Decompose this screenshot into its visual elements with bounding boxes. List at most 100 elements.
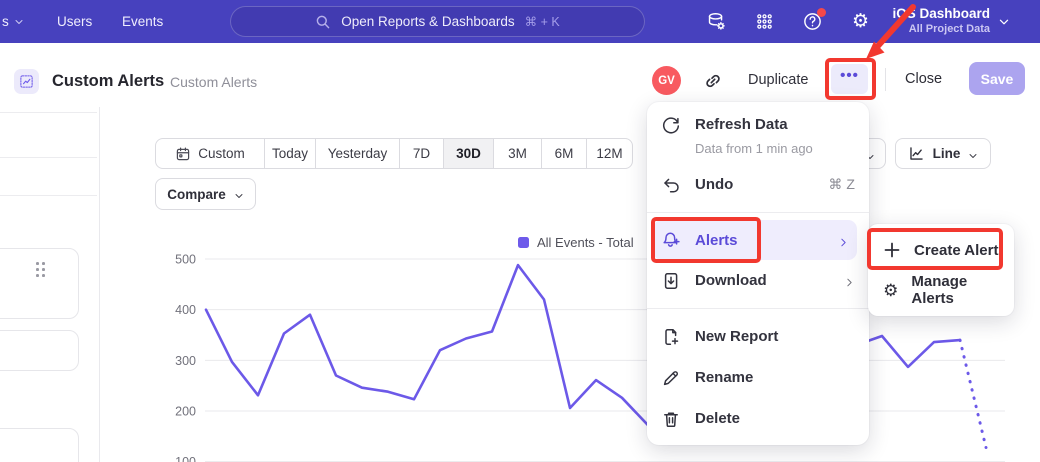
svg-text:500: 500 <box>175 253 196 267</box>
apps-grid-icon[interactable] <box>754 11 775 32</box>
report-type-icon <box>14 69 39 94</box>
submenu-item-label: Manage Alerts <box>911 273 1000 307</box>
header-divider <box>885 68 886 91</box>
left-panel-row-divider <box>0 157 97 158</box>
submenu-item-create-alert[interactable]: Create Alert <box>868 230 1014 270</box>
data-management-icon[interactable] <box>706 11 727 32</box>
avatar[interactable]: GV <box>652 66 681 95</box>
top-navbar: s Users Events Open Reports & Dashboards… <box>0 0 1040 43</box>
date-range-label: 30D <box>456 146 481 161</box>
plus-icon <box>882 240 902 260</box>
duplicate-button[interactable]: Duplicate <box>748 72 808 88</box>
menu-item-undo[interactable]: Undo⌘ Z <box>647 164 869 205</box>
notification-dot <box>817 8 826 17</box>
share-link-icon[interactable] <box>701 69 725 93</box>
breadcrumb: Custom Alerts <box>170 74 257 90</box>
bell-plus-icon <box>661 230 681 250</box>
menu-item-label: Rename <box>695 369 753 386</box>
menu-item-label: Delete <box>695 410 740 427</box>
menu-item-delete[interactable]: Delete <box>647 398 869 439</box>
gear-icon: ⚙ <box>882 280 899 300</box>
menu-item-sublabel: Data from 1 min ago <box>695 141 813 156</box>
date-range-30d[interactable]: 30D <box>444 139 494 168</box>
query-builder-card[interactable] <box>0 248 79 319</box>
date-range-12m[interactable]: 12M <box>587 139 632 168</box>
navbar-icon-group: ⚙ <box>706 0 871 43</box>
menu-item-download[interactable]: Download <box>647 260 869 301</box>
chevron-down-icon <box>968 149 978 159</box>
query-builder-card[interactable] <box>0 428 79 462</box>
project-name: iOS Dashboard <box>892 6 990 23</box>
undo-icon <box>661 175 681 195</box>
settings-gear-icon[interactable]: ⚙ <box>850 11 871 32</box>
svg-text:200: 200 <box>175 405 196 419</box>
date-range-yesterday[interactable]: Yesterday <box>316 139 400 168</box>
left-panel-row-divider <box>0 112 97 113</box>
submenu-item-manage-alerts[interactable]: ⚙ Manage Alerts <box>868 270 1014 310</box>
query-builder-card[interactable] <box>0 330 79 371</box>
project-switcher[interactable]: iOS Dashboard All Project Data <box>892 0 1010 43</box>
date-range-label: Today <box>272 146 308 161</box>
legend-swatch <box>518 237 529 248</box>
menu-item-label: New Report <box>695 328 778 345</box>
menu-item-label: Download <box>695 272 767 289</box>
svg-text:400: 400 <box>175 303 196 317</box>
alerts-submenu: Create Alert ⚙ Manage Alerts <box>868 224 1014 316</box>
chart-legend: All Events - Total <box>518 235 634 250</box>
date-range-label: Yesterday <box>328 146 388 161</box>
svg-text:100: 100 <box>175 455 196 462</box>
calendar-icon <box>175 146 191 162</box>
compare-button[interactable]: Compare <box>155 178 256 210</box>
close-button[interactable]: Close <box>905 71 942 87</box>
chart-type-label: Line <box>933 146 961 161</box>
global-search-input[interactable]: Open Reports & Dashboards ⌘ + K <box>230 6 645 37</box>
date-range-label: 6M <box>555 146 574 161</box>
search-shortcut: ⌘ + K <box>525 14 560 29</box>
date-range-label: 7D <box>413 146 430 161</box>
pencil-icon <box>661 368 681 388</box>
nav-item-partial[interactable]: s <box>2 0 24 43</box>
menu-item-rename[interactable]: Rename <box>647 357 869 398</box>
date-range-6m[interactable]: 6M <box>542 139 587 168</box>
date-range-custom[interactable]: Custom <box>156 139 265 168</box>
compare-label: Compare <box>167 187 226 202</box>
menu-item-new-report[interactable]: New Report <box>647 316 869 357</box>
date-range-label: Custom <box>198 146 245 161</box>
chevron-down-icon <box>998 16 1010 28</box>
menu-item-shortcut: ⌘ Z <box>829 176 855 193</box>
menu-item-label: Alerts <box>695 232 738 249</box>
chevron-down-icon <box>14 17 24 27</box>
date-range-label: 3M <box>508 146 527 161</box>
help-icon[interactable] <box>802 11 823 32</box>
download-icon <box>661 271 681 291</box>
line-chart-icon <box>908 145 925 162</box>
chart-type-button[interactable]: Line <box>895 138 991 169</box>
chevron-right-icon <box>838 235 849 246</box>
nav-item-partial-label: s <box>2 14 9 29</box>
more-options-button[interactable]: ••• <box>831 64 868 94</box>
save-button[interactable]: Save <box>969 62 1025 95</box>
date-range-selector: Custom Today Yesterday 7D 30D 3M 6M 12M <box>155 138 633 169</box>
drag-handle-icon[interactable] <box>36 262 46 278</box>
nav-item-events[interactable]: Events <box>122 0 163 43</box>
search-icon <box>315 14 331 30</box>
left-panel-divider <box>99 107 100 462</box>
app-window: 500 400 300 200 100 All Events - Total Custo… <box>0 0 1040 462</box>
date-range-3m[interactable]: 3M <box>494 139 542 168</box>
new-report-icon <box>661 327 681 347</box>
date-range-today[interactable]: Today <box>265 139 316 168</box>
legend-label: All Events - Total <box>537 235 634 250</box>
search-placeholder: Open Reports & Dashboards <box>341 14 514 29</box>
trash-icon <box>661 409 681 429</box>
page-title: Custom Alerts <box>52 72 164 91</box>
project-scope: All Project Data <box>892 23 990 37</box>
svg-text:300: 300 <box>175 354 196 368</box>
date-range-7d[interactable]: 7D <box>400 139 444 168</box>
refresh-icon <box>661 116 681 136</box>
more-options-menu: Refresh DataData from 1 min agoUndo⌘ Z Al… <box>647 102 869 445</box>
menu-item-refresh-data[interactable]: Refresh DataData from 1 min ago <box>647 114 869 164</box>
menu-item-alerts[interactable]: Alerts <box>653 220 857 260</box>
left-panel-row-divider <box>0 195 97 196</box>
chevron-right-icon <box>844 275 855 286</box>
nav-item-users[interactable]: Users <box>57 0 92 43</box>
